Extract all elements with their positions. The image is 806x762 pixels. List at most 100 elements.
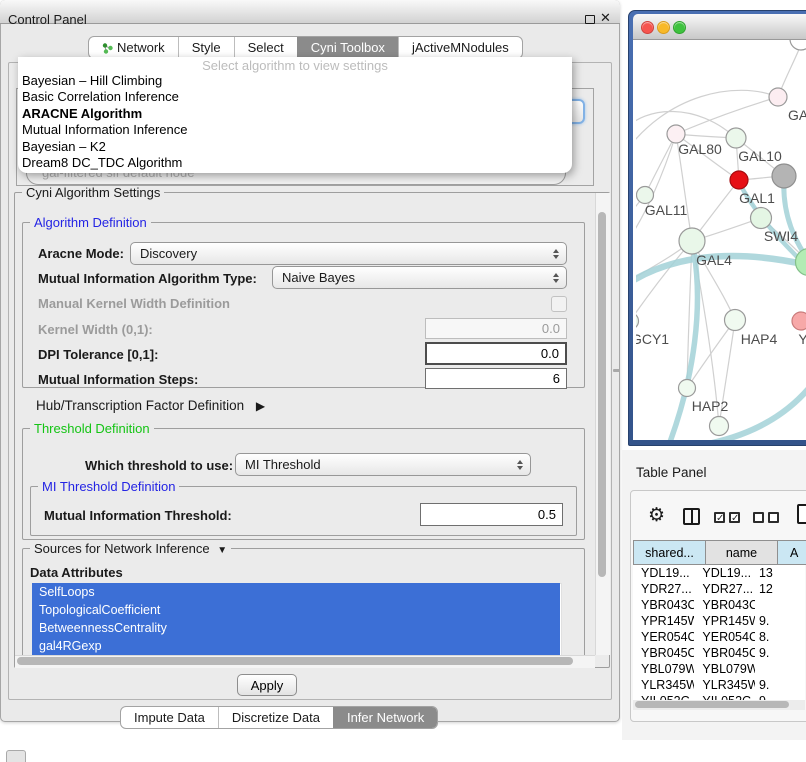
table-row[interactable]: YBR043CYBR043C — [633, 597, 805, 613]
column-header-shared[interactable]: shared... — [633, 540, 706, 565]
tab-label: jActiveMNodules — [412, 40, 509, 55]
table-cell: YLR345W — [694, 678, 755, 692]
table-cell: YBR045C — [633, 646, 694, 660]
algorithm-option-aracne-algorithm[interactable]: ARACNE Algorithm — [18, 106, 572, 122]
checkbox-checked-icon[interactable]: ✓ — [714, 512, 725, 523]
manual-kernel-width-label: Manual Kernel Width Definition — [38, 296, 230, 311]
table-cell: 8. — [755, 630, 805, 644]
application-root: Control Panel ✕ NetworkStyleSelectCyni T… — [0, 0, 806, 762]
checkbox-unchecked-icon[interactable] — [768, 512, 779, 523]
data-attribute-item-selfloops[interactable]: SelfLoops — [32, 583, 560, 601]
bottom-tab-infer-network[interactable]: Infer Network — [333, 707, 437, 728]
checkbox-unchecked-icon[interactable] — [753, 512, 764, 523]
network-node[interactable] — [790, 40, 806, 50]
minimized-panel-icon[interactable] — [6, 750, 26, 762]
mi-threshold-label: Mutual Information Threshold: — [44, 508, 232, 523]
close-icon[interactable]: ✕ — [600, 10, 611, 26]
network-node-gal11[interactable] — [637, 187, 654, 204]
bottom-tab-discretize-data[interactable]: Discretize Data — [218, 707, 333, 728]
mi-steps-label: Mutual Information Steps: — [38, 372, 198, 387]
table-hscrollbar-thumb[interactable] — [635, 701, 789, 708]
gear-icon[interactable]: ⚙ — [648, 504, 665, 527]
network-node-hap4[interactable] — [725, 310, 746, 331]
table-cell: YER054C — [633, 630, 694, 644]
network-node-gal10[interactable] — [726, 128, 746, 148]
network-node[interactable] — [796, 249, 806, 276]
mi-algorithm-type-select[interactable]: Naive Bayes — [272, 266, 567, 289]
table-cell: 12 — [755, 582, 805, 596]
dpi-tolerance-input[interactable]: 0.0 — [425, 342, 567, 365]
data-attribute-item-betweennesscentrality[interactable]: BetweennessCentrality — [32, 619, 560, 637]
table-cell: YBL079W — [694, 662, 755, 676]
control-panel-titlebar[interactable] — [0, 0, 620, 24]
table-row[interactable]: YDR27...YDR27...12 — [633, 581, 805, 597]
document-icon[interactable] — [797, 504, 806, 524]
table-row[interactable]: YBR045CYBR045C9. — [633, 645, 805, 661]
aracne-mode-select[interactable]: Discovery — [130, 242, 567, 265]
algorithm-dropdown-popup: Select algorithm to view settings Bayesi… — [18, 57, 572, 173]
data-attributes-label: Data Attributes — [30, 565, 123, 580]
bottom-tab-impute-data[interactable]: Impute Data — [121, 707, 218, 728]
table-cell: YLR345W — [633, 678, 694, 692]
table-row[interactable]: YPR145WYPR145W9. — [633, 613, 805, 629]
tab-cyni-toolbox[interactable]: Cyni Toolbox — [297, 37, 398, 58]
table-row[interactable]: YIL052CYIL052C9 — [633, 693, 805, 700]
network-node-y[interactable] — [792, 312, 806, 330]
tab-network[interactable]: Network — [89, 37, 178, 58]
data-attribute-item-topologicalcoefficient[interactable]: TopologicalCoefficient — [32, 601, 560, 619]
network-node[interactable] — [710, 417, 729, 436]
table-row[interactable]: YDL19...YDL19...13 — [633, 565, 805, 581]
data-attribute-item-gal4rgexp[interactable]: gal4RGexp — [32, 637, 560, 655]
bottom-tab-label: Impute Data — [134, 710, 205, 725]
network-node-hap2[interactable] — [679, 380, 696, 397]
mi-threshold-input[interactable]: 0.5 — [420, 503, 563, 526]
tab-select[interactable]: Select — [234, 37, 297, 58]
chevron-right-icon: ▶ — [256, 399, 265, 413]
apply-button[interactable]: Apply — [237, 674, 297, 696]
columns-icon[interactable] — [683, 508, 700, 525]
network-node-swi4[interactable] — [751, 208, 772, 229]
network-node-label: HAP4 — [741, 331, 778, 347]
column-header-name[interactable]: name — [706, 540, 778, 565]
tab-jactivemnodules[interactable]: jActiveMNodules — [398, 37, 522, 58]
network-node-gal[interactable] — [769, 88, 787, 106]
sources-group-header[interactable]: Sources for Network Inference ▼ — [30, 541, 231, 558]
table-cell: YDL19... — [694, 566, 755, 580]
hub-section-label: Hub/Transcription Factor Definition — [36, 398, 244, 413]
which-threshold-label: Which threshold to use: — [85, 458, 233, 473]
settings-vscrollbar-thumb[interactable] — [598, 212, 606, 577]
network-node-gcy1[interactable] — [636, 313, 639, 330]
float-window-icon[interactable] — [585, 15, 595, 24]
which-threshold-select[interactable]: MI Threshold — [235, 453, 531, 476]
control-panel-tabbar: NetworkStyleSelectCyni Toolbox jActiveMNo… — [88, 36, 523, 59]
table-row[interactable]: YLR345WYLR345W9. — [633, 677, 805, 693]
zoom-traffic-light-icon[interactable] — [673, 21, 686, 34]
mi-algorithm-type-value: Naive Bayes — [282, 270, 355, 285]
splitpane-divider-handle[interactable] — [613, 369, 620, 372]
minimize-traffic-light-icon[interactable] — [657, 21, 670, 34]
algorithm-dropdown-hint: Select algorithm to view settings — [18, 58, 572, 73]
network-node-label: GAL1 — [739, 190, 775, 206]
algorithm-option-basic-correlation-inference[interactable]: Basic Correlation Inference — [18, 89, 572, 105]
aracne-mode-label: Aracne Mode: — [38, 246, 124, 261]
network-node-gal4[interactable] — [679, 228, 705, 254]
table-row[interactable]: YBL079WYBL079W — [633, 661, 805, 677]
manual-kernel-width-checkbox[interactable] — [551, 296, 567, 312]
network-node[interactable] — [772, 164, 796, 188]
network-node-gal1[interactable] — [730, 171, 748, 189]
tab-style[interactable]: Style — [178, 37, 234, 58]
network-canvas[interactable]: GALGAL80GAL10GAL1GAL11SWI4GAL4GCY1HAP4YH… — [633, 40, 806, 440]
algorithm-option-mutual-information-inference[interactable]: Mutual Information Inference — [18, 122, 572, 138]
column-header-a[interactable]: A — [778, 540, 806, 565]
checkbox-checked-icon[interactable]: ✓ — [729, 512, 740, 523]
algorithm-option-bayesian-hill-climbing[interactable]: Bayesian – Hill Climbing — [18, 73, 572, 89]
mi-steps-input[interactable]: 6 — [425, 368, 567, 389]
algorithm-option-dream8-dc-tdc-algorithm[interactable]: Dream8 DC_TDC Algorithm — [18, 155, 572, 171]
kernel-width-input[interactable]: 0.0 — [425, 318, 567, 339]
algorithm-option-bayesian-k2[interactable]: Bayesian – K2 — [18, 139, 572, 155]
hub-section-header[interactable]: Hub/Transcription Factor Definition ▶ — [36, 398, 265, 413]
spinner-icon — [517, 454, 523, 475]
table-row[interactable]: YER054CYER054C8. — [633, 629, 805, 645]
settings-hscrollbar-thumb[interactable] — [17, 657, 573, 665]
close-traffic-light-icon[interactable] — [641, 21, 654, 34]
